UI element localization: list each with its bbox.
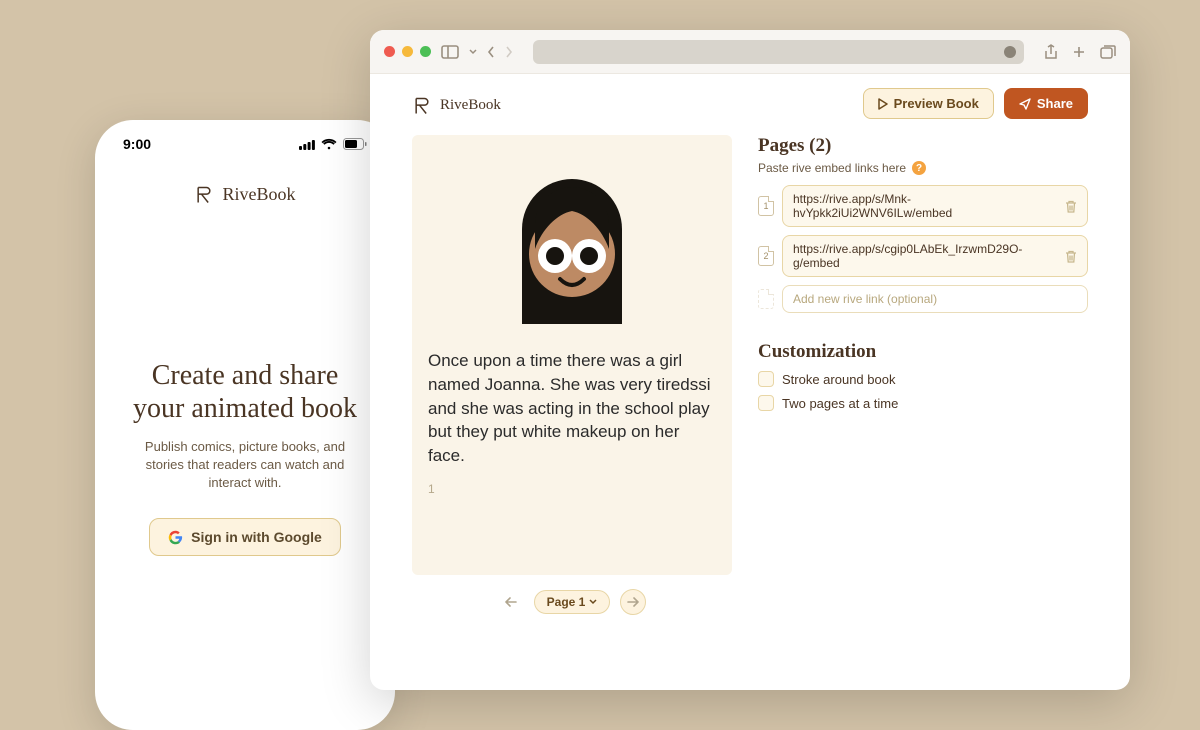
add-page-link-placeholder: Add new rive link (optional) bbox=[793, 292, 937, 306]
two-pages-label: Two pages at a time bbox=[782, 396, 898, 411]
stroke-checkbox[interactable] bbox=[758, 371, 774, 387]
logo[interactable]: RiveBook bbox=[412, 96, 501, 116]
logo-icon bbox=[194, 185, 214, 205]
page-selector-label: Page 1 bbox=[547, 595, 586, 609]
prev-page-button[interactable] bbox=[498, 589, 524, 615]
stroke-option-row: Stroke around book bbox=[758, 371, 1088, 387]
add-page-link-row: Add new rive link (optional) bbox=[758, 285, 1088, 313]
back-icon[interactable] bbox=[487, 46, 495, 58]
delete-link-button[interactable] bbox=[1065, 250, 1077, 263]
sidebar-icon[interactable] bbox=[441, 45, 459, 59]
preview-label: Preview Book bbox=[894, 96, 979, 111]
hero-subhead: Publish comics, picture books, and stori… bbox=[125, 438, 365, 493]
sign-in-google-button[interactable]: Sign in with Google bbox=[149, 518, 341, 556]
share-page-icon[interactable] bbox=[1044, 44, 1058, 60]
stroke-label: Stroke around book bbox=[782, 372, 895, 387]
pages-hint-text: Paste rive embed links here bbox=[758, 161, 906, 175]
two-pages-checkbox[interactable] bbox=[758, 395, 774, 411]
page-link-input[interactable]: https://rive.app/s/Mnk-hvYpkk2iUi2WNV6IL… bbox=[782, 185, 1088, 227]
close-window-icon[interactable] bbox=[384, 46, 395, 57]
page-link-row: 2 https://rive.app/s/cgip0LAbEk_IrzwmD29… bbox=[758, 235, 1088, 277]
logo-text: RiveBook bbox=[440, 97, 501, 114]
tabs-overview-icon[interactable] bbox=[1100, 45, 1116, 59]
page-index-placeholder-icon bbox=[758, 289, 774, 309]
wifi-icon bbox=[321, 138, 337, 150]
pages-hint-row: Paste rive embed links here ? bbox=[758, 161, 1088, 175]
send-icon bbox=[1019, 98, 1031, 110]
page-index-badge: 2 bbox=[758, 246, 774, 266]
chevron-down-icon bbox=[589, 599, 597, 605]
forward-icon[interactable] bbox=[505, 46, 513, 58]
google-icon bbox=[168, 530, 183, 545]
preview-book-button[interactable]: Preview Book bbox=[863, 88, 994, 119]
status-bar: 9:00 bbox=[95, 120, 395, 160]
trash-icon bbox=[1065, 200, 1077, 213]
play-icon bbox=[878, 98, 888, 110]
add-page-link-input[interactable]: Add new rive link (optional) bbox=[782, 285, 1088, 313]
help-icon[interactable]: ? bbox=[912, 161, 926, 175]
page-illustration bbox=[428, 151, 716, 329]
page-link-row: 1 https://rive.app/s/Mnk-hvYpkk2iUi2WNV6… bbox=[758, 185, 1088, 227]
page-link-input[interactable]: https://rive.app/s/cgip0LAbEk_IrzwmD29O-… bbox=[782, 235, 1088, 277]
customization-section: Customization Stroke around book Two pag… bbox=[758, 341, 1088, 411]
header-actions: Preview Book Share bbox=[863, 88, 1088, 119]
battery-icon bbox=[343, 138, 367, 150]
next-page-button[interactable] bbox=[620, 589, 646, 615]
page-navigator: Page 1 bbox=[412, 589, 732, 615]
arrow-left-icon bbox=[505, 597, 517, 607]
status-icons bbox=[299, 138, 367, 150]
book-page-preview: Once upon a time there was a girl named … bbox=[412, 135, 732, 575]
google-button-label: Sign in with Google bbox=[191, 529, 322, 545]
customization-heading: Customization bbox=[758, 341, 1088, 363]
new-tab-icon[interactable] bbox=[1072, 45, 1086, 59]
minimize-window-icon[interactable] bbox=[402, 46, 413, 57]
phone-body: RiveBook Create and share your animated … bbox=[95, 160, 395, 730]
traffic-lights bbox=[384, 46, 431, 57]
phone-mockup: 9:00 RiveBook Create and share your anim… bbox=[95, 120, 395, 730]
share-label: Share bbox=[1037, 96, 1073, 111]
share-button[interactable]: Share bbox=[1004, 88, 1088, 119]
cellular-icon bbox=[299, 139, 315, 150]
hero: Create and share your animated book Publ… bbox=[125, 205, 365, 710]
character-illustration-icon bbox=[487, 159, 657, 329]
story-text: Once upon a time there was a girl named … bbox=[428, 349, 716, 468]
browser-window: RiveBook Preview Book Share bbox=[370, 30, 1130, 690]
page-link-value: https://rive.app/s/cgip0LAbEk_IrzwmD29O-… bbox=[793, 242, 1065, 270]
page-selector[interactable]: Page 1 bbox=[534, 590, 611, 614]
logo-icon bbox=[412, 96, 432, 116]
page-number: 1 bbox=[428, 482, 716, 496]
site-settings-icon[interactable] bbox=[1004, 46, 1016, 58]
two-pages-option-row: Two pages at a time bbox=[758, 395, 1088, 411]
hero-headline: Create and share your animated book bbox=[125, 359, 365, 426]
status-time: 9:00 bbox=[123, 136, 151, 152]
page-link-value: https://rive.app/s/Mnk-hvYpkk2iUi2WNV6IL… bbox=[793, 192, 1065, 220]
logo: RiveBook bbox=[194, 184, 295, 205]
page-index-badge: 1 bbox=[758, 196, 774, 216]
maximize-window-icon[interactable] bbox=[420, 46, 431, 57]
address-bar[interactable] bbox=[533, 40, 1024, 64]
app-main: Once upon a time there was a girl named … bbox=[370, 125, 1130, 690]
app-header: RiveBook Preview Book Share bbox=[370, 74, 1130, 125]
chevron-down-icon[interactable] bbox=[469, 49, 477, 55]
controls-column: Pages (2) Paste rive embed links here ? … bbox=[758, 135, 1088, 670]
delete-link-button[interactable] bbox=[1065, 200, 1077, 213]
book-canvas-column: Once upon a time there was a girl named … bbox=[412, 135, 732, 670]
browser-chrome bbox=[370, 30, 1130, 74]
pages-heading: Pages (2) bbox=[758, 135, 1088, 157]
trash-icon bbox=[1065, 250, 1077, 263]
logo-text: RiveBook bbox=[222, 184, 295, 205]
arrow-right-icon bbox=[627, 597, 639, 607]
